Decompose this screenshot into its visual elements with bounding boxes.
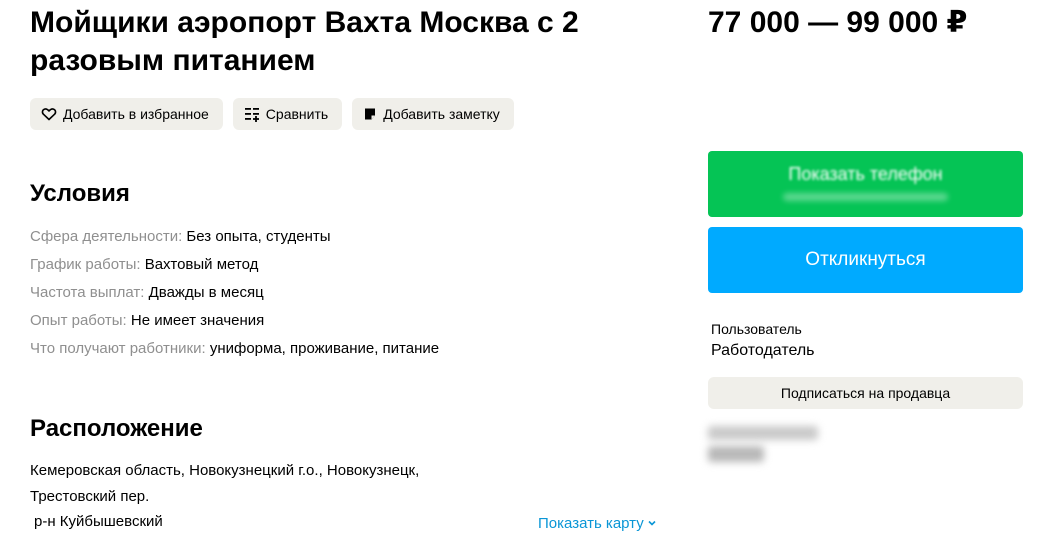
condition-key: Сфера деятельности: — [30, 228, 183, 245]
condition-value: Дважды в месяц — [148, 284, 264, 301]
reply-button[interactable]: Откликнуться — [708, 227, 1023, 293]
compare-button[interactable]: Сравнить — [232, 98, 343, 130]
show-phone-button[interactable]: Показать телефон — [708, 151, 1023, 217]
heart-icon — [41, 106, 57, 122]
conditions-heading: Условия — [30, 180, 130, 207]
subscribe-seller-button[interactable]: Подписаться на продавца — [708, 377, 1023, 409]
condition-key: График работы: — [30, 256, 141, 273]
seller-type: Пользователь — [711, 321, 802, 337]
blurred-seller-info — [708, 424, 823, 466]
condition-value: Без опыта, студенты — [186, 228, 331, 245]
location-heading: Расположение — [30, 415, 203, 442]
condition-key: Что получают работники: — [30, 340, 206, 357]
listing-title: Мойщики аэропорт Вахта Москва с 2 разовы… — [30, 6, 579, 77]
conditions-list: Сфера деятельности: Без опыта, студенты … — [30, 223, 439, 363]
add-note-label: Добавить заметку — [383, 106, 500, 122]
show-map-label: Показать карту — [538, 515, 644, 532]
condition-item: График работы: Вахтовый метод — [30, 251, 439, 279]
compare-label: Сравнить — [265, 106, 329, 122]
chevron-down-icon — [647, 512, 657, 536]
condition-value: униформа, проживание, питание — [209, 340, 440, 357]
listing-actions: Добавить в избранное Сравнить Добавить з… — [30, 98, 514, 130]
blurred-line — [708, 426, 818, 440]
note-icon — [363, 107, 377, 121]
add-to-favorites-button[interactable]: Добавить в избранное — [30, 98, 223, 130]
add-to-favorites-label: Добавить в избранное — [63, 106, 209, 122]
condition-item: Сфера деятельности: Без опыта, студенты — [30, 223, 439, 251]
listing-price: 77 000 — 99 000 ₽ — [708, 6, 968, 39]
blurred-line — [708, 446, 764, 462]
show-map-link[interactable]: Показать карту — [538, 512, 657, 536]
condition-value: Не имеет значения — [130, 312, 265, 329]
condition-item: Частота выплат: Дважды в месяц — [30, 279, 439, 307]
compare-icon — [244, 106, 260, 122]
condition-item: Что получают работники: униформа, прожив… — [30, 335, 439, 363]
condition-key: Частота выплат: — [30, 284, 145, 301]
condition-key: Опыт работы: — [30, 312, 127, 329]
add-note-button[interactable]: Добавить заметку — [352, 98, 514, 130]
location-address: Кемеровская область, Новокузнецкий г.о.,… — [30, 462, 420, 505]
show-phone-label: Показать телефон — [788, 164, 943, 184]
seller-name[interactable]: Работодатель — [711, 341, 815, 361]
condition-value: Вахтовый метод — [144, 256, 259, 273]
condition-item: Опыт работы: Не имеет значения — [30, 307, 439, 335]
masked-phone-number — [783, 193, 948, 201]
location-district: р-н Куйбышевский — [34, 513, 163, 530]
